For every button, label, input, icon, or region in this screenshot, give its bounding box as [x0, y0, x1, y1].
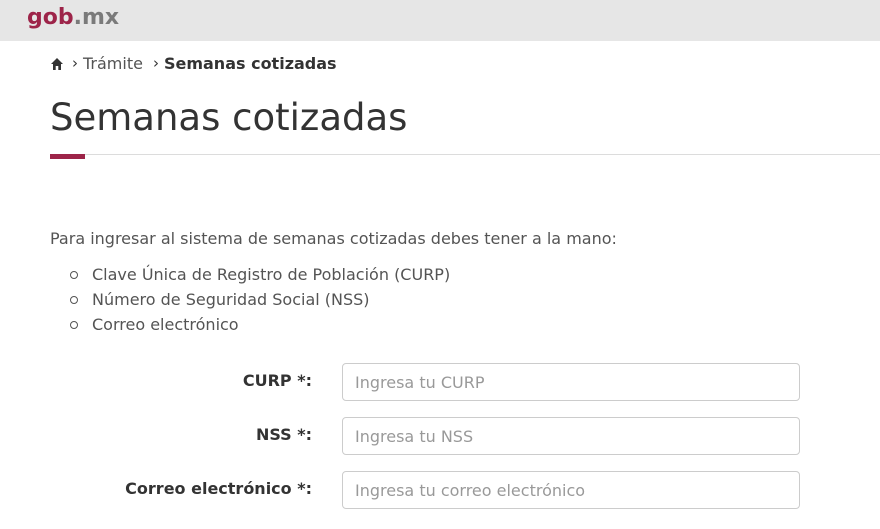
title-divider	[50, 154, 880, 155]
breadcrumb-tramite[interactable]: Trámite	[83, 54, 143, 73]
gobmx-logo[interactable]: gob.mx	[27, 5, 119, 30]
list-item: Correo electrónico	[50, 312, 450, 337]
requirement-text: Correo electrónico	[92, 315, 239, 334]
top-header: gob.mx	[0, 0, 880, 41]
breadcrumb-separator: ›	[72, 54, 78, 72]
breadcrumb-separator: ›	[152, 54, 159, 72]
email-input[interactable]	[342, 471, 800, 509]
home-icon[interactable]	[50, 56, 64, 70]
logo-suffix: .mx	[73, 5, 120, 30]
email-label: Correo electrónico *:	[125, 479, 312, 498]
requirement-text: Número de Seguridad Social (NSS)	[92, 290, 370, 309]
nss-label: NSS *:	[255, 425, 312, 444]
curp-label: CURP *:	[242, 371, 312, 390]
nss-input[interactable]	[342, 417, 800, 455]
curp-input[interactable]	[342, 363, 800, 401]
curp-row: CURP *:	[0, 363, 880, 403]
title-accent-bar	[50, 154, 85, 159]
page-title: Semanas cotizadas	[50, 96, 408, 139]
circle-bullet-icon	[70, 295, 78, 304]
intro-text: Para ingresar al sistema de semanas coti…	[50, 229, 617, 248]
requirement-text: Clave Única de Registro de Población (CU…	[92, 265, 451, 284]
requirements-list: Clave Única de Registro de Población (CU…	[50, 262, 450, 337]
email-row: Correo electrónico *:	[0, 471, 880, 511]
breadcrumb: › Trámite › Semanas cotizadas	[50, 52, 337, 74]
circle-bullet-icon	[70, 270, 78, 279]
nss-row: NSS *:	[0, 417, 880, 457]
breadcrumb-current: Semanas cotizadas	[163, 53, 337, 73]
logo-primary: gob	[27, 5, 74, 30]
list-item: Número de Seguridad Social (NSS)	[50, 287, 450, 312]
list-item: Clave Única de Registro de Población (CU…	[50, 262, 450, 287]
circle-bullet-icon	[70, 320, 78, 329]
